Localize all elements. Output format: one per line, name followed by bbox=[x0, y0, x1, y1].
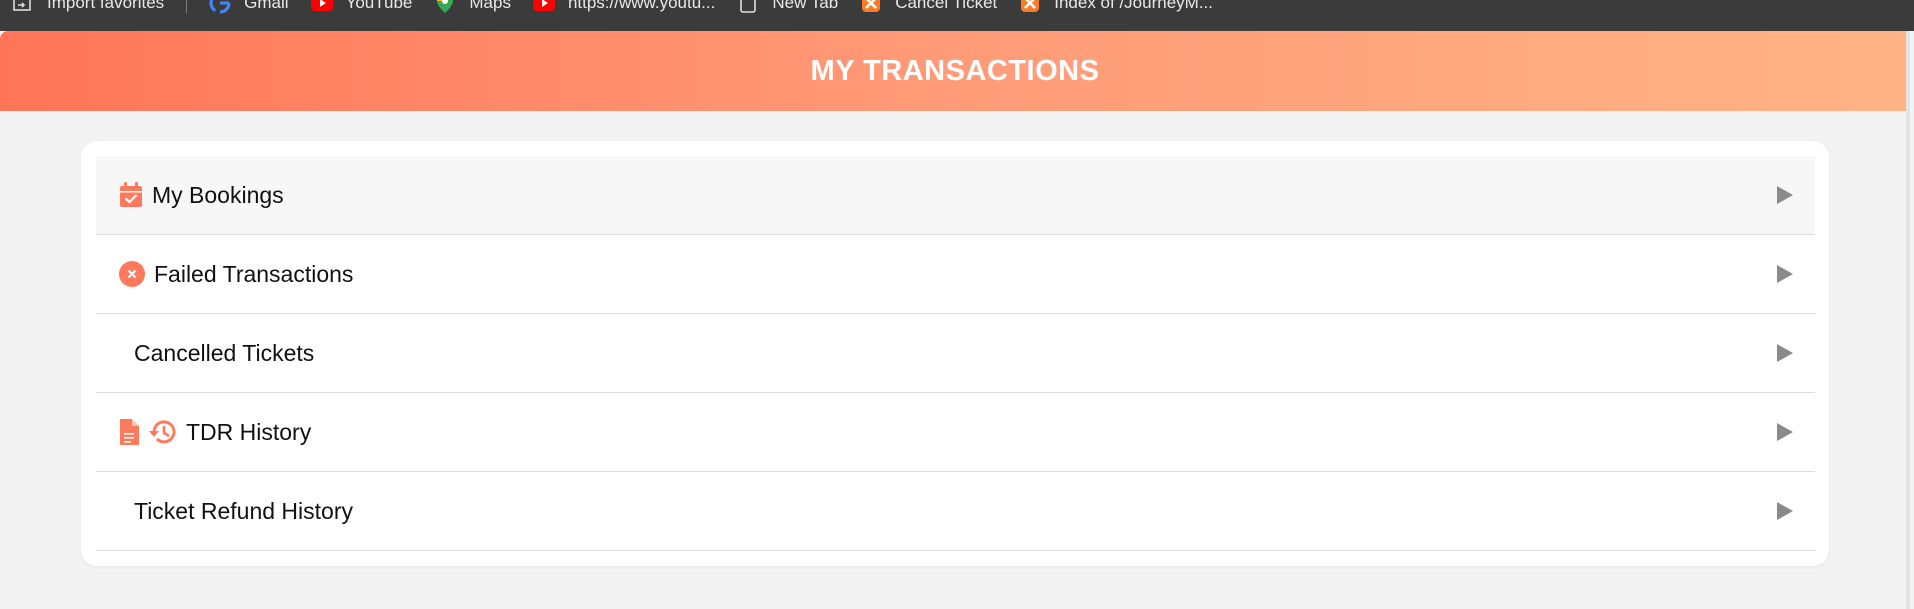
youtube-icon bbox=[310, 0, 333, 13]
menu-item-label: My Bookings bbox=[152, 181, 284, 208]
bookmark-separator bbox=[186, 0, 188, 13]
bookmark-label: Import favorites bbox=[47, 0, 165, 12]
bookmark-label: Maps bbox=[469, 0, 511, 12]
bookmark-gmail[interactable]: Gmail bbox=[209, 0, 289, 14]
menu-item-label: Failed Transactions bbox=[154, 260, 354, 287]
xampp-icon bbox=[860, 0, 882, 13]
menu-item-my-bookings[interactable]: My Bookings bbox=[96, 156, 1815, 235]
bookmark-label: https://www.youtu... bbox=[567, 0, 716, 12]
bookmark-label: Cancel Ticket bbox=[895, 0, 998, 12]
menu-item-label: Cancelled Tickets bbox=[134, 339, 315, 366]
bookmark-label: Index of /JourneyM... bbox=[1054, 0, 1213, 12]
import-icon bbox=[12, 0, 34, 13]
bookmark-youtube[interactable]: YouTube bbox=[310, 0, 413, 13]
maps-icon bbox=[434, 0, 456, 13]
bookmark-youtube-link[interactable]: https://www.youtu... bbox=[532, 0, 716, 13]
page-title: MY TRANSACTIONS bbox=[810, 54, 1100, 87]
transactions-card: My Bookings Failed Transactions Cancelle bbox=[81, 141, 1829, 566]
bookmark-label: YouTube bbox=[345, 0, 413, 12]
chevron-right-icon bbox=[1777, 423, 1793, 441]
scrollbar[interactable] bbox=[1906, 31, 1910, 609]
chevron-right-icon bbox=[1777, 344, 1793, 362]
page-header: MY TRANSACTIONS bbox=[0, 31, 1910, 111]
youtube-icon bbox=[532, 0, 555, 13]
bookmark-import-favorites[interactable]: Import favorites bbox=[12, 0, 164, 13]
google-icon bbox=[209, 0, 231, 14]
bookmark-maps[interactable]: Maps bbox=[434, 0, 511, 13]
history-icon bbox=[148, 417, 178, 447]
menu-item-ticket-refund-history[interactable]: Ticket Refund History bbox=[96, 472, 1815, 551]
page-icon bbox=[737, 0, 759, 13]
menu-item-tdr-history[interactable]: TDR History bbox=[96, 393, 1815, 472]
menu-item-cancelled-tickets[interactable]: Cancelled Tickets bbox=[96, 314, 1815, 393]
transactions-menu: My Bookings Failed Transactions Cancelle bbox=[96, 156, 1815, 551]
document-icon bbox=[118, 418, 140, 446]
x-circle-icon bbox=[118, 260, 146, 288]
chevron-right-icon bbox=[1777, 265, 1793, 283]
bookmarks-bar: Import favorites Gmail YouTube Maps http… bbox=[0, 0, 1914, 31]
chevron-right-icon bbox=[1777, 186, 1793, 204]
bookmark-label: New Tab bbox=[772, 0, 839, 12]
page-content: MY TRANSACTIONS My Bookings Failed Trans… bbox=[0, 31, 1910, 609]
bookmark-cancel-ticket[interactable]: Cancel Ticket bbox=[860, 0, 997, 13]
menu-item-label: Ticket Refund History bbox=[134, 497, 353, 524]
menu-item-failed-transactions[interactable]: Failed Transactions bbox=[96, 235, 1815, 314]
calendar-check-icon bbox=[118, 181, 144, 209]
chevron-right-icon bbox=[1777, 502, 1793, 520]
bookmark-new-tab[interactable]: New Tab bbox=[737, 0, 838, 13]
bookmark-index-journey[interactable]: Index of /JourneyM... bbox=[1019, 0, 1213, 13]
menu-item-label: TDR History bbox=[186, 418, 312, 445]
xampp-icon bbox=[1019, 0, 1041, 13]
bookmark-label: Gmail bbox=[244, 0, 289, 12]
